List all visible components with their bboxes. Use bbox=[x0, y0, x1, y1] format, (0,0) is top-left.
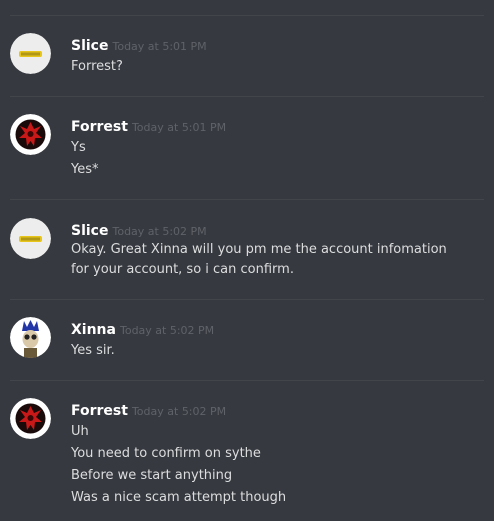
message-text: for your account, so i can confirm. bbox=[71, 262, 294, 277]
slice-logo-avatar-icon bbox=[10, 218, 51, 259]
message-text: Yes sir. bbox=[71, 343, 115, 358]
avatar[interactable] bbox=[10, 317, 51, 358]
message-text: Before we start anything bbox=[71, 468, 233, 483]
avatar[interactable] bbox=[10, 218, 51, 259]
username[interactable]: Xinna bbox=[71, 322, 116, 338]
red-scorpion-emblem-avatar-icon bbox=[10, 114, 51, 155]
username[interactable]: Forrest bbox=[71, 403, 128, 419]
red-scorpion-emblem-avatar-icon bbox=[10, 398, 51, 439]
message-text: Forrest? bbox=[71, 59, 123, 74]
username[interactable]: Forrest bbox=[71, 119, 128, 135]
avatar[interactable] bbox=[10, 114, 51, 155]
message-text: Was a nice scam attempt though bbox=[71, 490, 287, 505]
avatar[interactable] bbox=[10, 33, 51, 74]
message-text: Okay. Great Xinna will you pm me the acc… bbox=[71, 242, 447, 257]
message-divider bbox=[10, 380, 484, 381]
slice-logo-avatar-icon bbox=[10, 33, 51, 74]
message-text: Ys bbox=[71, 140, 86, 155]
message-divider bbox=[10, 199, 484, 200]
message-divider bbox=[10, 96, 484, 97]
timestamp: Today at 5:01 PM bbox=[131, 121, 227, 134]
timestamp: Today at 5:02 PM bbox=[119, 324, 215, 337]
message-text: You need to confirm on sythe bbox=[71, 446, 261, 461]
message-text: Yes* bbox=[71, 162, 99, 177]
username[interactable]: Slice bbox=[71, 223, 108, 239]
timestamp: Today at 5:01 PM bbox=[112, 40, 207, 53]
chat-message-list[interactable]: Slice Today at 5:01 PM Forrest? Forrest To… bbox=[0, 0, 494, 521]
message-divider bbox=[10, 15, 484, 16]
crowned-character-avatar-icon bbox=[10, 317, 51, 358]
timestamp: Today at 5:02 PM bbox=[131, 405, 227, 418]
timestamp: Today at 5:02 PM bbox=[112, 225, 207, 238]
avatar[interactable] bbox=[10, 398, 51, 439]
username[interactable]: Slice bbox=[71, 38, 108, 54]
message-divider bbox=[10, 299, 484, 300]
message-text: Uh bbox=[71, 424, 89, 439]
